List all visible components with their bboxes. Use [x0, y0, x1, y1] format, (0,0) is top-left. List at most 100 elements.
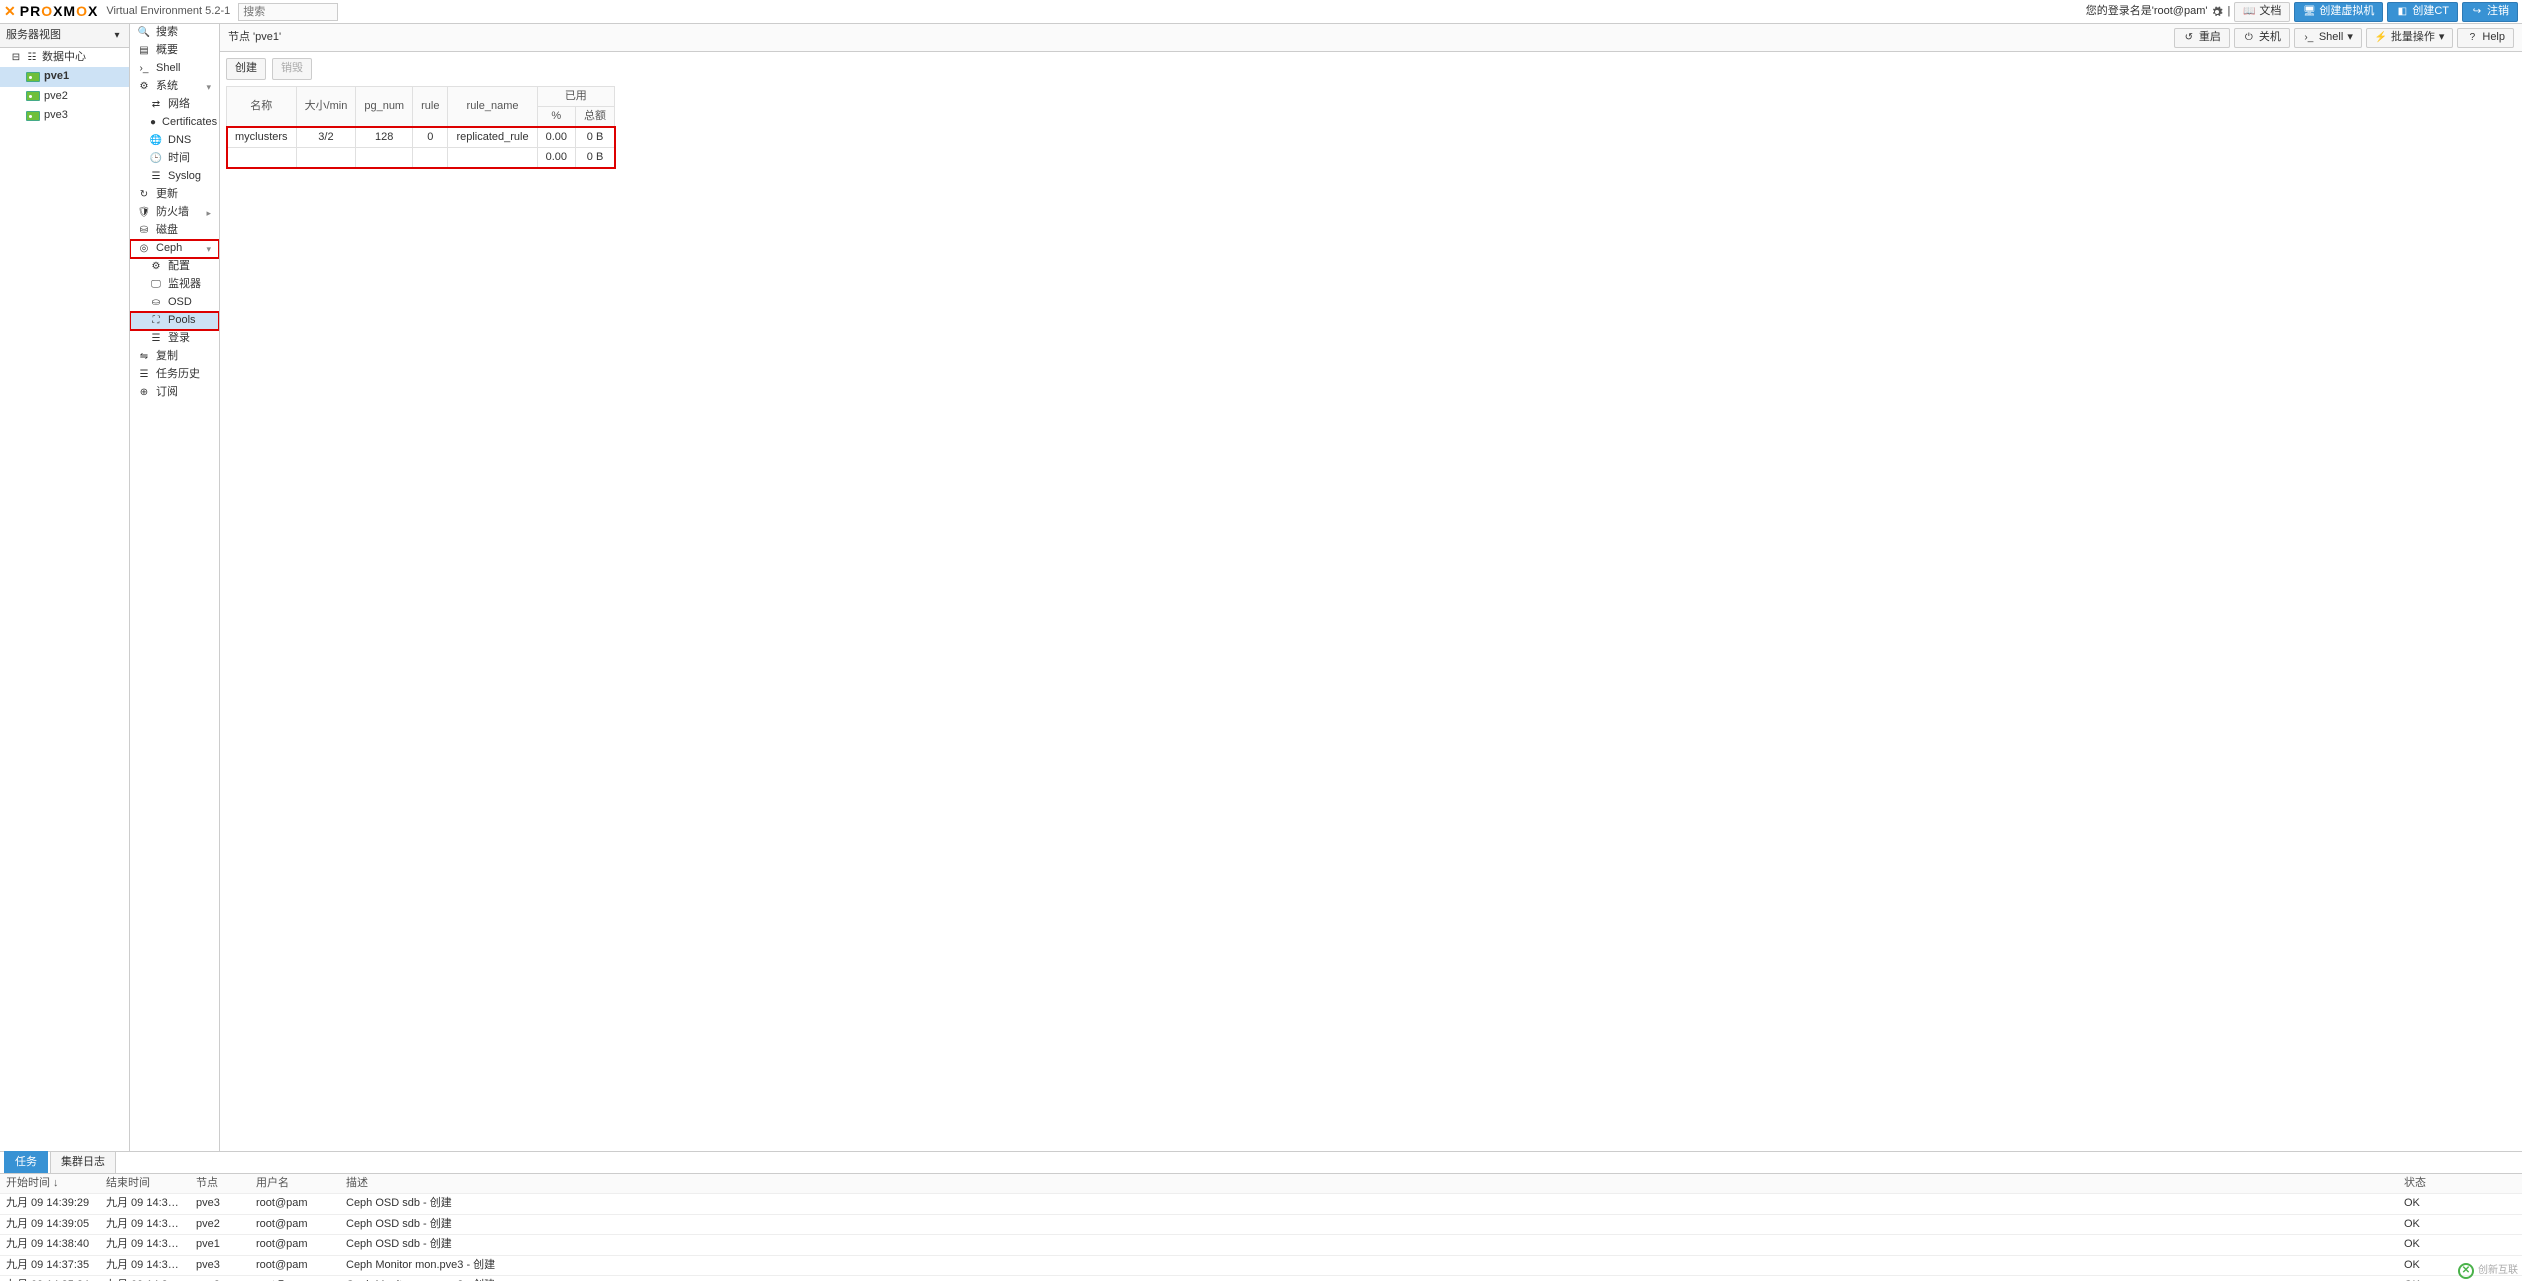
col-start[interactable]: 开始时间 ↓ — [0, 1174, 100, 1193]
col-node[interactable]: 节点 — [190, 1174, 250, 1193]
table-row[interactable]: 0.00 0 B — [227, 148, 615, 168]
nav-system[interactable]: ⚙系统▾ — [130, 78, 219, 96]
nav-tasks[interactable]: ☰任务历史 — [130, 366, 219, 384]
tv-icon: 🖵 — [150, 279, 162, 291]
config-nav: 🔍搜索 ▤概要 ›_Shell ⚙系统▾ ⇄网络 ●Certificates 🌐… — [130, 24, 220, 1151]
node-icon — [26, 111, 40, 121]
log-row[interactable]: 九月 09 14:39:05九月 09 14:39:13pve2root@pam… — [0, 1215, 2522, 1235]
node-icon — [26, 91, 40, 101]
col-rule[interactable]: rule — [413, 87, 448, 128]
nav-ceph-monitor[interactable]: 🖵监视器 — [130, 276, 219, 294]
col-name[interactable]: 名称 — [227, 87, 297, 128]
nav-dns[interactable]: 🌐DNS — [130, 132, 219, 150]
cell-end: 九月 09 14:39:13 — [100, 1215, 190, 1234]
datacenter-icon: ☷ — [26, 52, 38, 64]
nav-certificates[interactable]: ●Certificates — [130, 114, 219, 132]
nav-ceph-pools[interactable]: ⛶Pools — [130, 312, 219, 330]
nav-subscription[interactable]: ⊕订阅 — [130, 384, 219, 402]
col-user[interactable]: 用户名 — [250, 1174, 340, 1193]
book-icon: 📖 — [2243, 6, 2255, 18]
scrollbar-gutter — [2508, 1235, 2522, 1254]
col-size[interactable]: 大小/min — [296, 87, 356, 128]
tree-datacenter[interactable]: ⊟ ☷ 数据中心 — [0, 48, 129, 67]
gear-icon: ⚙ — [150, 261, 162, 273]
cell-start: 九月 09 14:37:35 — [0, 1256, 100, 1275]
nav-shell[interactable]: ›_Shell — [130, 60, 219, 78]
logout-icon: ↪ — [2471, 6, 2483, 18]
cell-start: 九月 09 14:39:29 — [0, 1194, 100, 1213]
cell-node: pve3 — [190, 1256, 250, 1275]
help-button[interactable]: ?Help — [2457, 28, 2514, 48]
bulk-button[interactable]: ⚡批量操作 ▾ — [2366, 28, 2454, 48]
cell-rule — [413, 148, 448, 168]
support-icon: ⊕ — [138, 387, 150, 399]
col-used[interactable]: 已用 — [537, 87, 614, 107]
tree-node-label: pve3 — [44, 108, 68, 123]
tree-node-label: pve1 — [44, 69, 69, 84]
nav-ceph-log[interactable]: ☰登录 — [130, 330, 219, 348]
cell-pct: 0.00 — [537, 127, 575, 147]
tree-node-pve2[interactable]: pve2 — [0, 87, 129, 106]
nav-time[interactable]: 🕒时间 — [130, 150, 219, 168]
nav-search[interactable]: 🔍搜索 — [130, 24, 219, 42]
terminal-icon: ›_ — [2303, 32, 2315, 44]
search-icon: 🔍 — [138, 27, 150, 39]
logo-x-icon: ✕ — [4, 2, 16, 22]
tree-view-selector[interactable]: 服务器视图 ▾ — [0, 24, 129, 48]
nav-ceph[interactable]: ◎Ceph▾ — [130, 240, 219, 258]
tree-node-pve3[interactable]: pve3 — [0, 106, 129, 125]
cell-status: OK — [2398, 1194, 2508, 1213]
cube-icon: ◧ — [2396, 6, 2408, 18]
tab-cluster-log[interactable]: 集群日志 — [50, 1151, 116, 1173]
log-row[interactable]: 九月 09 14:38:40九月 09 14:38:48pve1root@pam… — [0, 1235, 2522, 1255]
tree-node-pve1[interactable]: pve1 — [0, 67, 129, 86]
col-pct[interactable]: % — [537, 107, 575, 127]
cell-node: pve2 — [190, 1215, 250, 1234]
cell-desc: Ceph OSD sdb - 创建 — [340, 1194, 2398, 1213]
global-search-input[interactable] — [238, 3, 338, 21]
nav-ceph-osd[interactable]: ⛀OSD — [130, 294, 219, 312]
nav-ceph-config[interactable]: ⚙配置 — [130, 258, 219, 276]
gear-icon[interactable] — [2211, 6, 2223, 18]
col-desc[interactable]: 描述 — [340, 1174, 2398, 1193]
pool-destroy-button[interactable]: 销毁 — [272, 58, 312, 80]
create-vm-button[interactable]: 🖥 创建虚拟机 — [2294, 2, 2383, 22]
col-total[interactable]: 总额 — [576, 107, 615, 127]
col-pgnum[interactable]: pg_num — [356, 87, 413, 128]
tab-tasks[interactable]: 任务 — [4, 1151, 48, 1173]
table-row[interactable]: myclusters 3/2 128 0 replicated_rule 0.0… — [227, 127, 615, 147]
content-header: 节点 'pve1' ↺重启 ⏻关机 ›_Shell ▾ ⚡批量操作 ▾ ?Hel… — [220, 24, 2522, 52]
scrollbar-gutter — [2508, 1194, 2522, 1213]
create-ct-button[interactable]: ◧ 创建CT — [2387, 2, 2458, 22]
cell-node: pve3 — [190, 1194, 250, 1213]
docs-button[interactable]: 📖 文档 — [2234, 2, 2290, 22]
nav-syslog[interactable]: ☰Syslog — [130, 168, 219, 186]
log-row[interactable]: 九月 09 14:39:29九月 09 14:39:37pve3root@pam… — [0, 1194, 2522, 1214]
shell-button[interactable]: ›_Shell ▾ — [2294, 28, 2362, 48]
nav-disks[interactable]: ⛁磁盘 — [130, 222, 219, 240]
cell-size: 3/2 — [296, 127, 356, 147]
login-label: 您的登录名是'root@pam' — [2086, 4, 2208, 19]
nav-updates[interactable]: ↻更新 — [130, 186, 219, 204]
col-end[interactable]: 结束时间 — [100, 1174, 190, 1193]
restart-button[interactable]: ↺重启 — [2174, 28, 2230, 48]
log-row[interactable]: 九月 09 14:37:35九月 09 14:37:44pve3root@pam… — [0, 1256, 2522, 1276]
cell-user: root@pam — [250, 1256, 340, 1275]
pool-create-button[interactable]: 创建 — [226, 58, 266, 80]
nav-replication[interactable]: ⇋复制 — [130, 348, 219, 366]
cell-desc: Ceph OSD sdb - 创建 — [340, 1215, 2398, 1234]
nav-firewall[interactable]: 🛡防火墙▸ — [130, 204, 219, 222]
cell-pgnum — [356, 148, 413, 168]
watermark: ✕ 创新互联 — [2458, 1263, 2518, 1279]
log-row[interactable]: 九月 09 14:35:24九月 09 14:35:31pve2root@pam… — [0, 1276, 2522, 1281]
logout-button[interactable]: ↪ 注销 — [2462, 2, 2518, 22]
nav-summary[interactable]: ▤概要 — [130, 42, 219, 60]
col-status[interactable]: 状态 — [2398, 1174, 2508, 1193]
nav-network[interactable]: ⇄网络 — [130, 96, 219, 114]
shutdown-button[interactable]: ⏻关机 — [2234, 28, 2290, 48]
cell-name: myclusters — [227, 127, 297, 147]
notes-icon: ▤ — [138, 45, 150, 57]
col-rulename[interactable]: rule_name — [448, 87, 537, 128]
cell-desc: Ceph Monitor mon.pve3 - 创建 — [340, 1256, 2398, 1275]
hdd-icon: ⛀ — [150, 297, 162, 309]
